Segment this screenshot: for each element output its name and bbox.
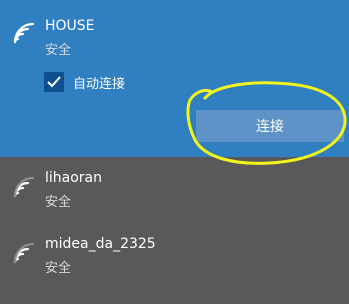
- wifi-icon: [13, 22, 35, 44]
- network-item-midea[interactable]: midea_da_2325 安全: [0, 226, 349, 292]
- checkmark-icon: [47, 76, 61, 88]
- network-name: midea_da_2325: [45, 236, 156, 252]
- network-item-lihaoran[interactable]: lihaoran 安全: [0, 160, 349, 226]
- network-security-status: 安全: [45, 195, 72, 210]
- wifi-network-list: HOUSE 安全 自动连接 连接 lihaoran 安全 midea_da_23…: [0, 0, 349, 304]
- network-security-status: 安全: [45, 43, 72, 58]
- auto-connect-checkbox[interactable]: [44, 72, 64, 92]
- network-name: lihaoran: [45, 170, 103, 186]
- auto-connect-label: 自动连接: [73, 77, 126, 92]
- wifi-icon: [13, 242, 35, 264]
- wifi-icon: [13, 176, 35, 198]
- connect-button[interactable]: 连接: [196, 110, 344, 142]
- network-security-status: 安全: [45, 261, 72, 276]
- network-item-house[interactable]: HOUSE 安全 自动连接 连接: [0, 0, 349, 157]
- network-name: HOUSE: [45, 18, 95, 34]
